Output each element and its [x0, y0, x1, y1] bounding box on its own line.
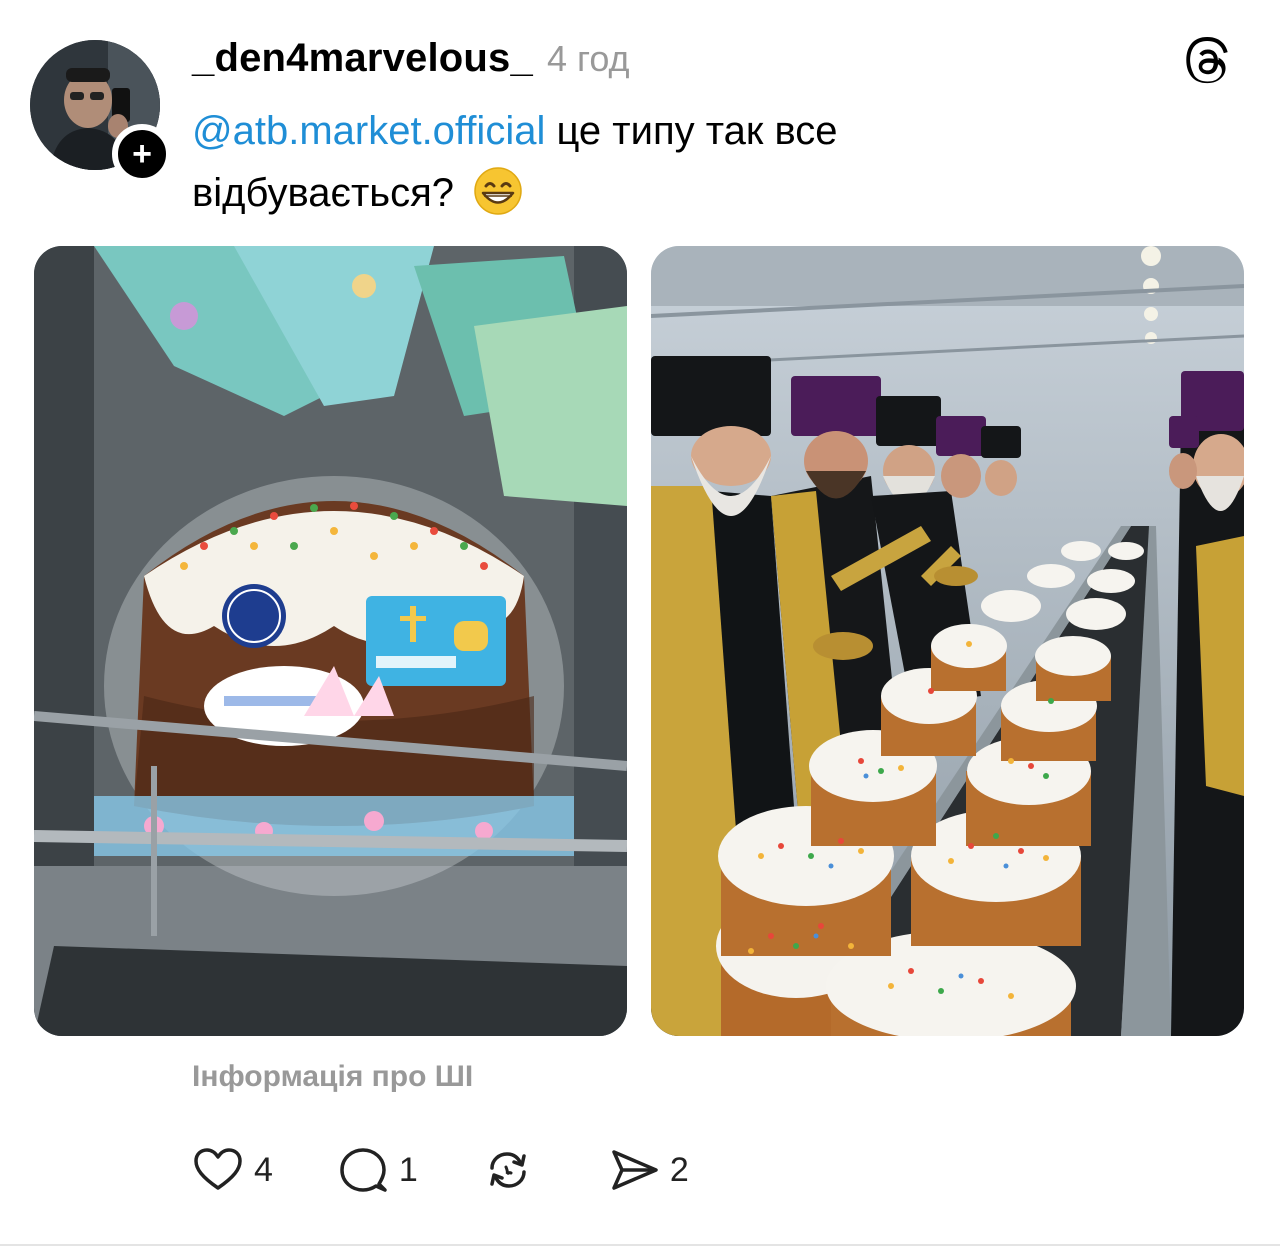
- post-header: _den4marvelous_ 4 год: [192, 36, 630, 86]
- share-button[interactable]: 2: [606, 1142, 689, 1198]
- post-divider: [0, 1244, 1280, 1246]
- share-count: 2: [669, 1150, 689, 1189]
- username[interactable]: _den4marvelous_: [192, 36, 533, 81]
- reply-button[interactable]: 1: [335, 1142, 418, 1198]
- threads-logo-icon[interactable]: [1182, 36, 1232, 88]
- like-button[interactable]: 4: [190, 1142, 273, 1198]
- repost-icon: [490, 1152, 526, 1188]
- share-icon: [612, 1150, 658, 1190]
- threads-post: + _den4marvelous_ 4 год @atb.market.offi…: [0, 0, 1280, 1256]
- photo-icon: [34, 246, 627, 1036]
- post-image-2[interactable]: [651, 246, 1244, 1036]
- mention-link[interactable]: @atb.market.official: [192, 109, 545, 153]
- repost-button[interactable]: [480, 1142, 544, 1198]
- comment-icon: [340, 1148, 387, 1192]
- timestamp: 4 год: [546, 38, 630, 79]
- photo-icon: [651, 246, 1244, 1036]
- post-caption: @atb.market.official це типу так все від…: [192, 100, 1092, 224]
- ai-info-link[interactable]: Інформація про ШІ: [192, 1060, 473, 1094]
- like-count: 4: [254, 1150, 273, 1189]
- follow-button[interactable]: +: [112, 124, 172, 184]
- reply-count: 1: [398, 1150, 418, 1189]
- heart-icon: [194, 1148, 242, 1190]
- post-actions: 4 1 2: [190, 1140, 751, 1200]
- grin-emoji-icon: [474, 167, 522, 215]
- post-image-1[interactable]: [34, 246, 627, 1036]
